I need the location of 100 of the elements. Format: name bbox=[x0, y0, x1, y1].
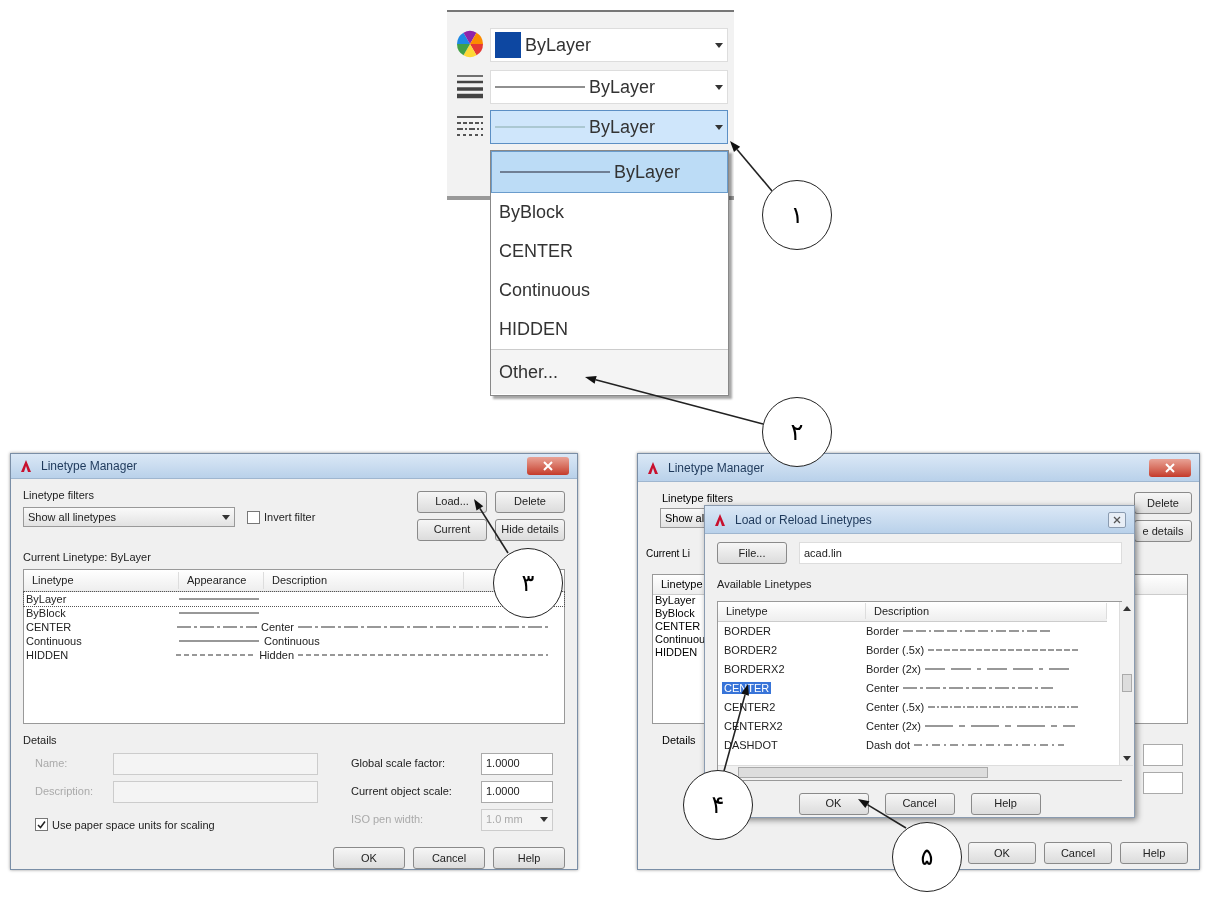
text-field[interactable] bbox=[1143, 772, 1183, 794]
dialog-button[interactable]: Cancel bbox=[413, 847, 485, 869]
group-label: Details bbox=[23, 733, 58, 748]
text-field[interactable] bbox=[113, 780, 318, 803]
field-label: Name: bbox=[34, 756, 69, 772]
dialog-button[interactable]: OK bbox=[968, 842, 1036, 864]
app-icon bbox=[646, 460, 660, 475]
scrollbar[interactable] bbox=[1119, 601, 1133, 765]
field-label: Description: bbox=[34, 784, 95, 800]
group-label: Details bbox=[662, 733, 696, 748]
column-header[interactable]: Description bbox=[866, 602, 1107, 620]
dropdown-option[interactable]: CENTER bbox=[491, 232, 728, 271]
window-title: Linetype Manager bbox=[41, 457, 139, 475]
dropdown-option[interactable]: Continuous bbox=[491, 271, 728, 310]
pointer-arrow bbox=[730, 141, 773, 192]
window-title: Load or Reload Linetypes bbox=[735, 511, 873, 529]
list-row[interactable]: Continuous Continuous bbox=[24, 634, 564, 648]
text-field[interactable]: 1.0000 bbox=[481, 752, 553, 775]
dropdown-option[interactable]: ByLayer bbox=[491, 151, 728, 193]
column-header[interactable]: Linetype bbox=[24, 572, 179, 589]
linetype-description: Border (.5x) bbox=[866, 642, 925, 658]
linetype-description: Hidden bbox=[259, 649, 294, 661]
column-header[interactable]: Description bbox=[264, 572, 464, 589]
dialog-button[interactable]: Hide details bbox=[495, 518, 565, 541]
color-swatch bbox=[495, 32, 521, 58]
close-button[interactable] bbox=[1108, 511, 1126, 528]
close-button[interactable] bbox=[1149, 458, 1191, 477]
dialog-button[interactable]: OK bbox=[798, 792, 869, 815]
linetype-description: Center bbox=[866, 680, 900, 696]
callout-number: ۱ bbox=[762, 180, 832, 250]
column-header[interactable]: Appearance bbox=[179, 572, 264, 589]
scroll-thumb[interactable] bbox=[1121, 674, 1132, 692]
current-linetype-label: Current Linetype: ByLayer bbox=[23, 549, 152, 565]
group-label: Available Linetypes bbox=[717, 577, 813, 592]
dialog-button[interactable]: Current bbox=[417, 518, 487, 541]
app-icon bbox=[713, 512, 727, 527]
dialog-button[interactable]: Load... bbox=[417, 490, 487, 513]
linetype-description: Border (2x) bbox=[866, 661, 922, 677]
close-button[interactable] bbox=[527, 456, 569, 475]
dropdown[interactable]: ByLayer bbox=[490, 110, 728, 144]
caret-icon bbox=[540, 817, 548, 822]
close-icon bbox=[1113, 515, 1121, 524]
filter-dropdown[interactable]: Show all linetypes bbox=[23, 507, 235, 527]
filter-dropdown[interactable]: Show all bbox=[660, 508, 706, 528]
checkbox-label: Use paper space units for scaling bbox=[52, 817, 215, 833]
dialog-button[interactable]: OK bbox=[333, 847, 405, 869]
linetype-description: Continuous bbox=[264, 635, 320, 647]
linetype-description: Center bbox=[260, 621, 294, 633]
scroll-thumb[interactable] bbox=[738, 766, 988, 778]
dropdown-option[interactable]: Other... bbox=[491, 349, 728, 394]
dropdown[interactable]: ByLayer bbox=[490, 28, 728, 62]
linetype-description: Border bbox=[866, 623, 900, 639]
field-label: Linetype filters bbox=[662, 491, 733, 506]
text-field[interactable] bbox=[113, 752, 318, 775]
field-label: ISO pen width: bbox=[351, 812, 425, 828]
field-label: Global scale factor: bbox=[351, 756, 447, 772]
dialog-button[interactable]: Delete bbox=[1134, 492, 1192, 514]
scrollbar[interactable] bbox=[718, 764, 1133, 780]
list-row[interactable]: CENTER Center bbox=[24, 620, 564, 634]
close-icon bbox=[543, 460, 553, 471]
list-row[interactable]: BORDERX2 Border (2x) bbox=[718, 659, 1107, 679]
field-label: Linetype filters bbox=[23, 487, 95, 503]
color-wheel-icon bbox=[455, 29, 485, 59]
column-header[interactable]: Linetype bbox=[718, 602, 866, 620]
dialog-button[interactable]: Cancel bbox=[884, 792, 955, 815]
dialog-button[interactable]: Delete bbox=[495, 490, 565, 513]
dialog-button[interactable]: Help bbox=[1120, 842, 1188, 864]
caret-icon bbox=[715, 84, 723, 90]
scroll-down-icon bbox=[1122, 755, 1131, 761]
list-row[interactable]: BORDER2 Border (.5x) bbox=[718, 640, 1107, 660]
list-row[interactable]: BORDER Border bbox=[718, 621, 1107, 641]
text-field[interactable]: 1.0000 bbox=[481, 780, 553, 803]
app-icon bbox=[19, 458, 33, 473]
caret-icon bbox=[715, 42, 723, 48]
checkbox[interactable] bbox=[35, 818, 48, 832]
dropdown-value: ByLayer bbox=[589, 75, 657, 99]
checkbox[interactable] bbox=[247, 510, 260, 524]
column-header[interactable]: Linetype bbox=[661, 576, 703, 593]
list-row[interactable]: HIDDEN Hidden bbox=[24, 648, 564, 662]
file-button[interactable]: File... bbox=[717, 542, 787, 564]
dropdown-option[interactable]: ByBlock bbox=[491, 193, 728, 232]
dialog-button[interactable]: Help bbox=[493, 847, 565, 869]
dialog-button[interactable]: e details bbox=[1134, 520, 1192, 542]
dropdown-value: ByLayer bbox=[589, 115, 657, 139]
caret-icon bbox=[222, 514, 230, 520]
dropdown[interactable]: ByLayer bbox=[490, 70, 728, 104]
dropdown-option[interactable]: HIDDEN bbox=[491, 310, 728, 349]
text-field[interactable]: acad.lin bbox=[799, 542, 1122, 564]
caret-icon bbox=[715, 124, 723, 130]
field-label: Current object scale: bbox=[351, 784, 453, 800]
linetype-description: Center (.5x) bbox=[866, 699, 925, 715]
linetype-description: Dash dot bbox=[866, 737, 911, 753]
dialog-button[interactable]: Cancel bbox=[1044, 842, 1112, 864]
text-field[interactable] bbox=[1143, 744, 1183, 766]
dialog-button[interactable]: Help bbox=[970, 792, 1041, 815]
linetype-description: Center (2x) bbox=[866, 718, 922, 734]
close-icon bbox=[1165, 462, 1175, 473]
dropdown-value: ByLayer bbox=[525, 33, 593, 57]
checkbox-label: Invert filter bbox=[264, 509, 316, 525]
current-linetype-label: Current Li bbox=[646, 547, 690, 561]
